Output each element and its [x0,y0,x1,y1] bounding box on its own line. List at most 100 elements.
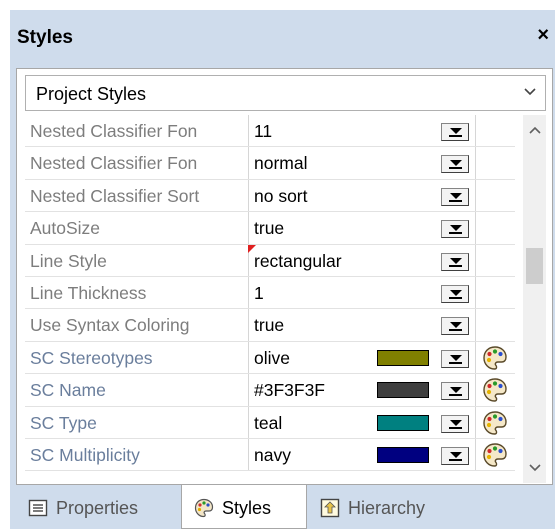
list-icon [28,499,48,517]
style-grid-viewport: Nested Classifier Fon 11 Nested Classifier… [25,115,546,483]
color-picker-icon[interactable] [482,377,508,403]
color-swatch [377,414,429,431]
property-value-cell[interactable]: olive [249,341,476,374]
property-row[interactable]: Use Syntax Coloring true [25,309,515,342]
property-value-cell[interactable]: rectangular [248,244,476,276]
property-name: SC Type [30,412,97,433]
property-value: 11 [254,121,273,141]
property-value-cell[interactable]: teal [249,406,476,438]
scroll-down-icon[interactable] [527,459,543,475]
property-value: true [254,218,285,239]
tab-styles[interactable]: Styles [181,485,307,529]
property-name-cell: SC Type [25,406,249,438]
tab-hierarchy-label: Hierarchy [348,498,426,518]
property-name: SC Name [30,380,106,401]
tab-properties-label: Properties [56,498,139,518]
value-dropdown-button[interactable] [441,155,469,174]
property-value-cell[interactable]: 11 [249,115,476,147]
property-value-cell[interactable]: navy [249,439,476,471]
property-name: Nested Classifier Fon [30,153,198,174]
property-value: normal [254,153,308,174]
property-value: 1 [254,283,264,303]
value-dropdown-button[interactable] [441,252,469,271]
value-dropdown-button[interactable] [441,382,469,401]
property-extra-cell [476,407,515,438]
property-name: AutoSize [30,218,101,239]
property-name: SC Stereotypes [30,347,153,368]
color-swatch [377,447,429,463]
property-row[interactable]: SC Type teal [25,406,515,439]
vertical-scrollbar[interactable] [523,115,546,483]
property-row[interactable]: AutoSize true [25,212,515,245]
property-value-cell[interactable]: true [249,309,476,341]
color-picker-icon[interactable] [482,410,508,436]
property-extra-cell [476,245,515,276]
property-name-cell: Nested Classifier Fon [25,115,249,147]
property-value: rectangular [254,250,342,271]
property-value-cell[interactable]: #3F3F3F [249,374,476,406]
color-picker-icon[interactable] [482,345,508,371]
property-value-cell[interactable]: true [249,212,476,244]
property-row[interactable]: Nested Classifier Sort no sort [25,179,515,213]
property-row[interactable]: SC Name #3F3F3F [25,374,515,407]
property-name-cell: SC Name [25,374,249,406]
property-extra-cell [476,277,515,308]
property-extra-cell [476,147,515,178]
palette-icon [194,498,214,518]
property-name-cell: Nested Classifier Sort [25,179,249,212]
tab-hierarchy[interactable]: Hierarchy [314,485,464,529]
property-name-cell: Use Syntax Coloring [25,309,249,341]
property-name: SC Multiplicity [30,445,140,465]
property-row[interactable]: SC Multiplicity navy [25,439,515,472]
property-value-cell[interactable]: no sort [249,179,476,212]
value-dropdown-button[interactable] [441,285,469,303]
property-name: Line Style [30,250,107,271]
property-name-cell: Line Style [25,244,249,276]
property-value: #3F3F3F [254,380,325,401]
value-dropdown-button[interactable] [441,447,469,465]
panel-tabs: Properties Styles Hierarchy [10,485,555,529]
tab-styles-label: Styles [222,498,272,518]
property-name: Line Thickness [30,283,147,303]
property-extra-cell [476,115,515,146]
panel-body: Project Styles Nested Classifier Fon 11 Ne… [16,68,553,485]
property-extra-cell [476,180,515,211]
value-dropdown-button[interactable] [441,317,469,336]
property-extra-cell [476,374,515,405]
property-extra-cell [476,439,515,470]
property-name: Use Syntax Coloring [30,315,190,336]
property-value-cell[interactable]: 1 [249,277,476,309]
property-value: teal [254,412,283,433]
property-row[interactable]: SC Stereotypes olive [25,341,515,375]
property-row[interactable]: Line Style rectangular [25,244,515,277]
close-icon[interactable]: × [537,25,549,45]
hierarchy-icon [320,498,340,518]
property-row[interactable]: Nested Classifier Fon normal [25,147,515,180]
property-name: Nested Classifier Sort [30,185,200,206]
property-name: Nested Classifier Fon [30,121,198,141]
property-name-cell: SC Stereotypes [25,341,249,374]
style-scope-dropdown[interactable]: Project Styles [25,75,546,111]
property-name-cell: SC Multiplicity [25,439,249,471]
property-value: true [254,315,285,336]
styles-panel: Styles × Project Styles Nested Classifie… [10,10,555,529]
scroll-up-icon[interactable] [527,123,543,139]
property-name-cell: Line Thickness [25,277,249,309]
property-extra-cell [476,309,515,340]
property-row[interactable]: Nested Classifier Fon 11 [25,115,515,148]
color-picker-icon[interactable] [482,442,508,468]
property-row[interactable]: Line Thickness 1 [25,277,515,310]
value-dropdown-button[interactable] [441,220,469,239]
value-dropdown-button[interactable] [441,414,469,433]
style-scope-selected: Project Styles [36,84,147,104]
value-dropdown-button[interactable] [441,123,469,141]
property-value: no sort [254,185,308,206]
value-dropdown-button[interactable] [441,187,469,206]
property-name-cell: AutoSize [25,212,249,244]
scrollbar-thumb[interactable] [526,248,543,284]
property-value-cell[interactable]: normal [249,147,476,179]
property-value: navy [254,445,291,465]
value-dropdown-button[interactable] [441,349,469,368]
color-swatch [377,349,429,366]
tab-properties[interactable]: Properties [16,485,178,529]
